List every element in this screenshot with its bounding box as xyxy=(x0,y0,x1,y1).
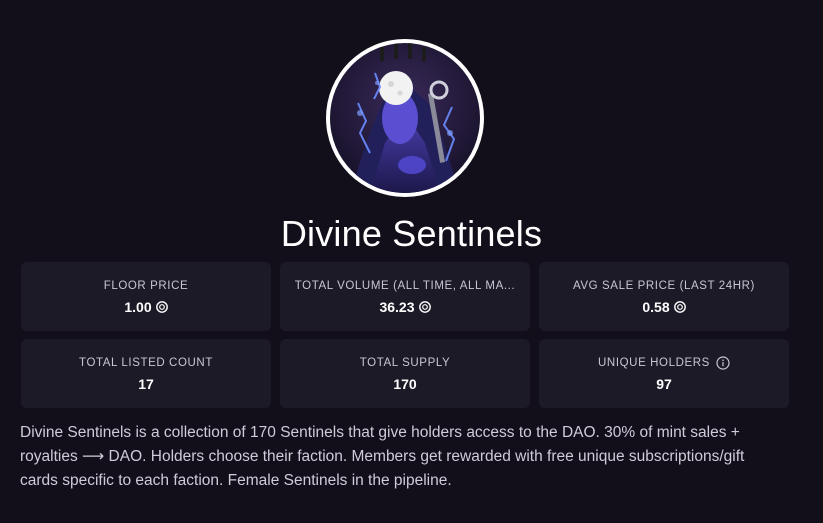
stat-value-text: 1.00 xyxy=(124,298,152,315)
stat-value-text: 97 xyxy=(656,375,672,392)
stat-label: UNIQUE HOLDERS xyxy=(598,355,730,371)
stats-grid: FLOOR PRICE 1.00 TOTAL VOLUME (ALL TIME,… xyxy=(21,262,789,408)
stat-value: 97 xyxy=(656,375,672,393)
stat-value: 17 xyxy=(138,375,154,393)
stat-value-text: 0.58 xyxy=(642,298,670,315)
stat-floor-price: FLOOR PRICE 1.00 xyxy=(21,262,271,331)
stat-value: 0.58 xyxy=(642,298,686,316)
stat-value-text: 17 xyxy=(138,375,154,392)
stat-label: FLOOR PRICE xyxy=(103,279,189,292)
stat-label: AVG SALE PRICE (LAST 24HR) xyxy=(573,279,755,292)
stat-total-listed-count: TOTAL LISTED COUNT 17 xyxy=(21,339,271,408)
solana-coin-icon xyxy=(418,300,431,313)
stat-value: 36.23 xyxy=(379,298,431,316)
stat-total-volume: TOTAL VOLUME (ALL TIME, ALL MA... 36.23 xyxy=(280,262,530,331)
stat-avg-sale-price: AVG SALE PRICE (LAST 24HR) 0.58 xyxy=(539,262,789,331)
collection-description: Divine Sentinels is a collection of 170 … xyxy=(20,424,745,489)
stat-label: TOTAL VOLUME (ALL TIME, ALL MA... xyxy=(294,279,516,292)
stat-label: TOTAL SUPPLY xyxy=(359,356,451,369)
stat-unique-holders: UNIQUE HOLDERS 97 xyxy=(539,339,789,408)
solana-coin-icon xyxy=(673,300,686,313)
stat-value-text: 36.23 xyxy=(379,298,415,315)
stat-value-text: 170 xyxy=(393,375,417,392)
stat-label-text: UNIQUE HOLDERS xyxy=(598,356,710,369)
sentinel-avatar-image xyxy=(330,43,480,193)
collection-page: Divine Sentinels FLOOR PRICE 1.00 TOTAL … xyxy=(0,0,823,523)
stat-value: 170 xyxy=(393,375,416,393)
collection-avatar xyxy=(326,39,484,197)
stat-label: TOTAL LISTED COUNT xyxy=(79,356,213,369)
solana-coin-icon xyxy=(155,300,168,313)
collection-title: Divine Sentinels xyxy=(280,213,543,254)
info-icon[interactable] xyxy=(716,355,730,370)
stat-total-supply: TOTAL SUPPLY 170 xyxy=(280,339,530,408)
stat-value: 1.00 xyxy=(124,298,168,316)
